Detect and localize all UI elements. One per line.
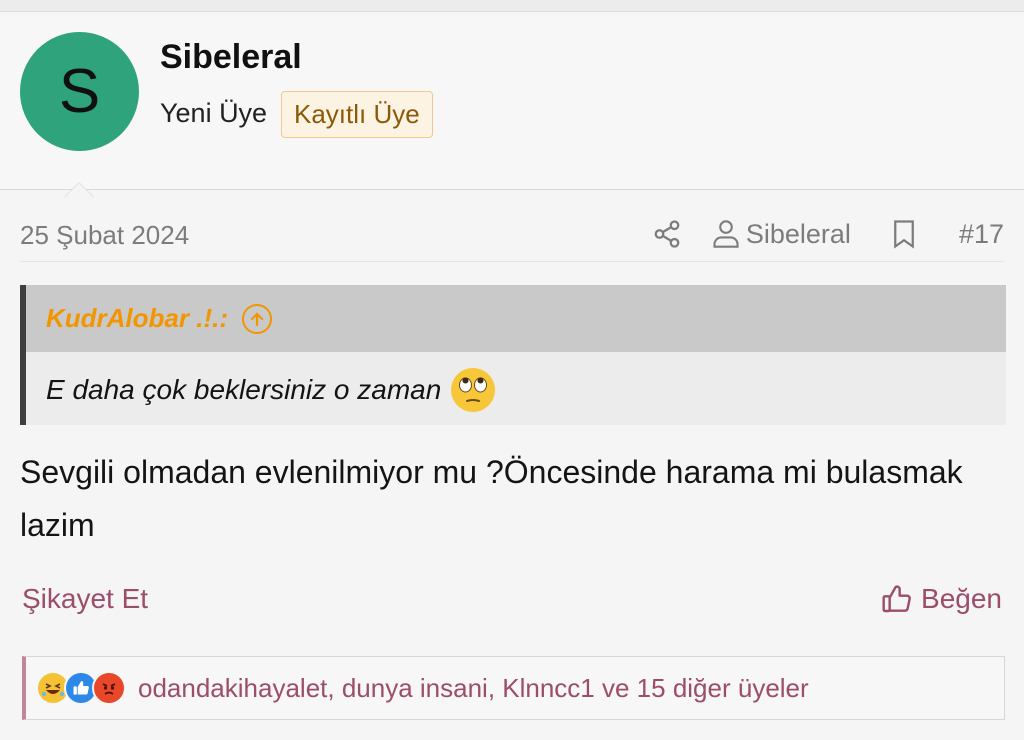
post-number[interactable]: #17 xyxy=(959,219,1004,250)
username[interactable]: Sibeleral xyxy=(160,38,302,77)
quote-body: E daha çok beklersiniz o zaman xyxy=(26,352,1006,412)
user-header: S Sibeleral Yeni Üye Kayıtlı Üye xyxy=(0,12,1024,197)
reaction-icons xyxy=(36,671,126,705)
user-badge: Kayıtlı Üye xyxy=(281,91,433,138)
quote-text: E daha çok beklersiniz o zaman xyxy=(46,374,442,405)
share-icon[interactable] xyxy=(652,219,682,249)
quote-author[interactable]: KudrAlobar .!.: xyxy=(46,303,228,334)
rolling-eyes-emoji-icon xyxy=(451,368,496,412)
post-author: Sibeleral xyxy=(745,218,851,249)
post-meta: 25 Şubat 2024 Sibeleral #17 xyxy=(20,208,1004,262)
user-icon xyxy=(712,219,740,249)
thumbs-up-icon xyxy=(881,583,913,615)
reactions-bar[interactable]: odandakihayalet, dunya insani, Klnncc1 v… xyxy=(22,656,1005,720)
post-meta-actions: Sibeleral #17 xyxy=(652,216,1004,252)
user-title: Yeni Üye xyxy=(160,98,268,128)
report-link[interactable]: Şikayet Et xyxy=(22,583,148,615)
top-strip xyxy=(0,0,1024,12)
angry-reaction-icon xyxy=(92,671,126,705)
bookmark-icon[interactable] xyxy=(891,219,917,249)
arrow-up-icon[interactable] xyxy=(242,303,272,334)
post-date[interactable]: 25 Şubat 2024 xyxy=(20,220,189,251)
post-body: Sevgili olmadan evlenilmiyor mu ?Öncesin… xyxy=(20,454,963,543)
quote-header: KudrAlobar .!.: xyxy=(26,285,1006,352)
avatar[interactable]: S xyxy=(20,32,139,151)
reaction-summary[interactable]: odandakihayalet, dunya insani, Klnncc1 v… xyxy=(138,673,809,704)
like-button[interactable]: Beğen xyxy=(881,583,1002,615)
header-caret xyxy=(64,182,94,197)
avatar-letter: S xyxy=(58,56,101,126)
like-label: Beğen xyxy=(921,583,1002,614)
post-author-link[interactable]: Sibeleral xyxy=(712,219,851,250)
quote-block: KudrAlobar .!.: E daha çok beklersiniz o… xyxy=(20,285,1006,425)
